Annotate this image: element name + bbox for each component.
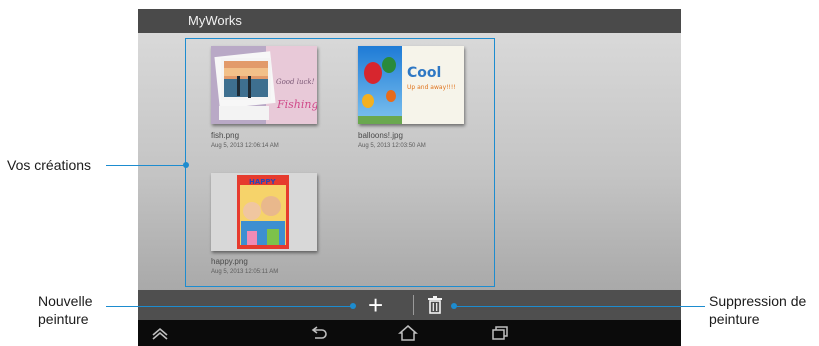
happy-caption: HAPPY [249,178,277,186]
app-title: MyWorks [188,13,242,28]
title-bar: MyWorks [138,9,681,33]
thumbnail-fish[interactable]: Good luck! Fishing [211,46,317,124]
home-icon[interactable] [398,324,418,342]
file-name: fish.png [211,131,240,140]
fish-caption: Good luck! [276,78,315,86]
file-date: Aug 5, 2013 12:06:14 AM [211,143,279,149]
plus-icon[interactable]: + [368,291,383,319]
back-icon[interactable] [308,324,328,342]
thumbnail-balloons[interactable]: Cool Up and away!!!! [358,46,464,124]
callout-delete-line1: Suppression de [709,293,807,309]
callout-leader [455,306,705,307]
balloons-caption-2: Up and away!!!! [407,84,456,91]
callout-leader [106,165,186,166]
action-bar: + [138,290,681,320]
callout-dot [451,303,457,309]
fish-artwork: Good luck! Fishing [211,46,317,124]
navigation-bar [138,320,681,346]
collapse-icon[interactable] [150,324,170,342]
callout-creations: Vos créations [7,157,92,173]
balloons-artwork: Cool Up and away!!!! [358,46,464,124]
callout-delete-line2: peinture [709,311,760,327]
callout-dot [183,162,189,168]
callout-new-line2: peinture [38,311,89,327]
action-separator [413,295,414,315]
callout-dot [350,303,356,309]
callout-leader [106,306,353,307]
file-name: balloons!.jpg [358,131,403,140]
trash-icon[interactable] [427,296,443,314]
balloons-caption: Cool [407,65,441,81]
happy-artwork: HAPPY [211,173,317,251]
file-date: Aug 5, 2013 12:03:50 AM [358,143,426,149]
callout-new-line1: Nouvelle [38,293,93,309]
gallery-area: Good luck! Fishing fish.png Aug 5, 2013 … [138,33,681,290]
file-date: Aug 5, 2013 12:05:11 AM [211,269,279,275]
fish-caption-2: Fishing [276,98,317,111]
recent-apps-icon[interactable] [490,324,510,342]
thumbnail-happy[interactable]: HAPPY [211,173,317,251]
tablet-screen: MyWorks Good luck! Fishing fish.png Aug … [138,9,681,346]
file-name: happy.png [211,257,248,266]
